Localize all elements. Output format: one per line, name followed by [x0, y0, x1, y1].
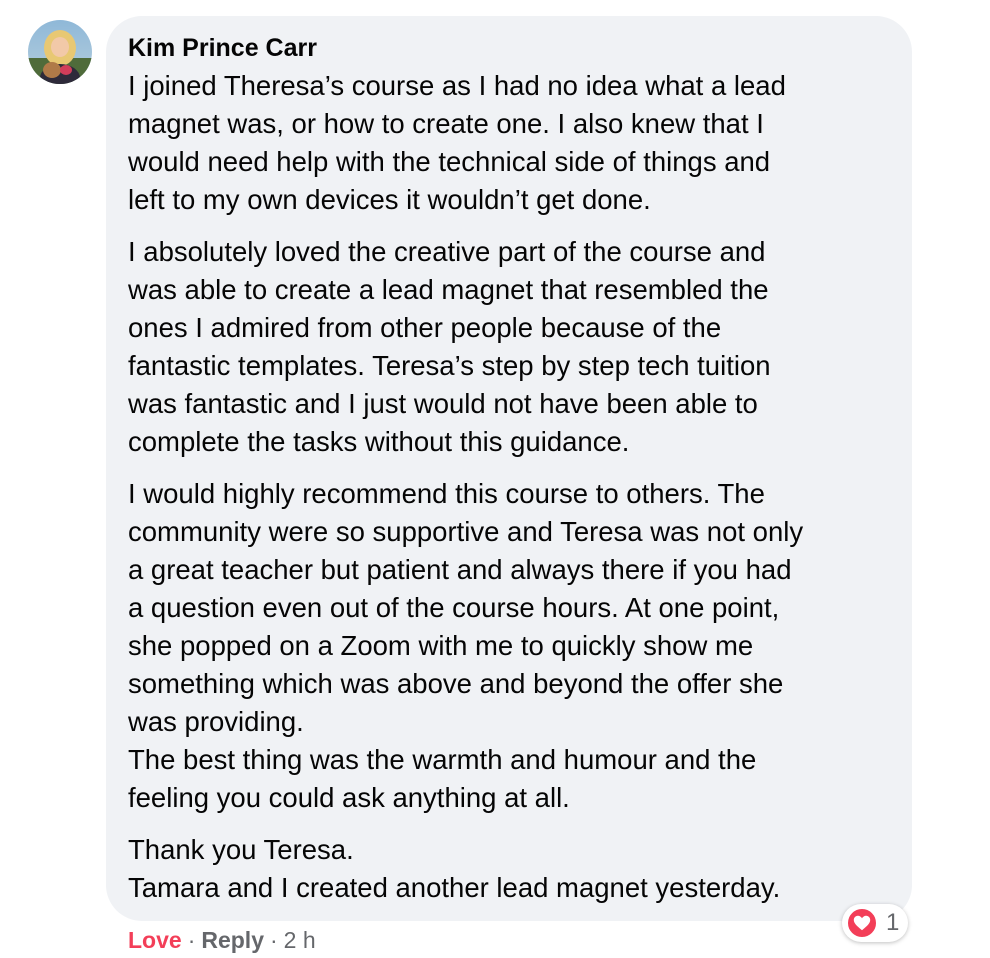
- comment-timestamp[interactable]: 2 h: [284, 927, 316, 953]
- reaction-count: 1: [886, 909, 900, 936]
- reaction-summary[interactable]: 1: [842, 904, 908, 942]
- reply-button[interactable]: Reply: [201, 927, 264, 953]
- comment-paragraph: I would highly recommend this course to …: [128, 478, 804, 813]
- avatar[interactable]: [28, 20, 92, 84]
- profile-photo-icon: [28, 20, 92, 84]
- heart-icon: [846, 907, 878, 939]
- separator-dot: ·: [270, 927, 278, 953]
- comment-bubble: Kim Prince Carr I joined Theresa’s cours…: [106, 16, 912, 921]
- love-button[interactable]: Love: [128, 927, 182, 953]
- comment-paragraph: Thank you Teresa. Tamara and I created a…: [128, 834, 781, 903]
- comment-body: I joined Theresa’s course as I had no id…: [128, 67, 890, 907]
- comment-paragraph: I absolutely loved the creative part of …: [128, 236, 771, 457]
- separator-dot: ·: [187, 927, 196, 953]
- comment-actions: Love · Reply · 2 h: [128, 925, 316, 955]
- comment-author[interactable]: Kim Prince Carr: [128, 32, 890, 64]
- comment-paragraph: I joined Theresa’s course as I had no id…: [128, 70, 786, 215]
